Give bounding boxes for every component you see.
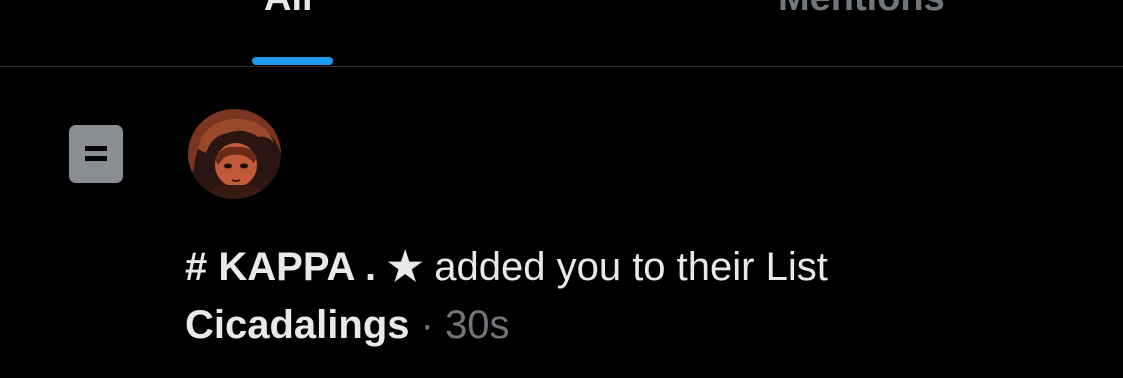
notification-list-name[interactable]: Cicadalings xyxy=(185,303,410,347)
user-avatar[interactable] xyxy=(188,109,281,199)
notification-user-name[interactable]: # KAPPA . ★ xyxy=(185,245,423,289)
notification-text: # KAPPA . ★ added you to their List Cica… xyxy=(185,238,1105,354)
notification-timestamp: 30s xyxy=(445,303,510,347)
tab-selected-indicator xyxy=(252,57,333,65)
notification-separator: · xyxy=(409,303,446,347)
tab-mentions[interactable]: Mentions xyxy=(778,0,945,20)
notification-action-text: added you to their List xyxy=(423,245,828,289)
list-icon xyxy=(69,125,123,183)
tab-bar: All Mentions xyxy=(0,0,1123,67)
tab-all[interactable]: All xyxy=(264,0,313,20)
